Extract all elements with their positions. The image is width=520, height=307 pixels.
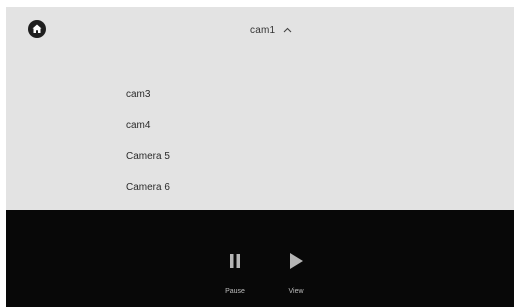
pause-icon xyxy=(215,250,255,272)
home-button[interactable] xyxy=(28,20,46,38)
view-button[interactable]: View xyxy=(276,250,316,295)
camera-select-panel: cam1 cam3 cam4 Camera 5 Camera 6 xyxy=(6,7,514,210)
home-icon xyxy=(31,23,43,35)
play-icon xyxy=(276,250,316,272)
camera-dropdown-menu: cam3 cam4 Camera 5 Camera 6 xyxy=(126,79,326,203)
camera-option-cam4[interactable]: cam4 xyxy=(126,110,326,141)
chevron-up-icon xyxy=(283,27,292,33)
camera-option-camera-5[interactable]: Camera 5 xyxy=(126,141,326,172)
camera-dropdown-label: cam1 xyxy=(250,24,276,36)
view-label: View xyxy=(288,288,304,295)
camera-option-cam3[interactable]: cam3 xyxy=(126,79,326,110)
camera-dropdown[interactable]: cam1 xyxy=(250,23,292,37)
control-bar: Pause View xyxy=(6,210,514,307)
pause-button[interactable]: Pause xyxy=(215,250,255,295)
camera-screen: cam1 cam3 cam4 Camera 5 Camera 6 Pause V… xyxy=(0,0,520,307)
camera-option-camera-6[interactable]: Camera 6 xyxy=(126,172,326,203)
pause-label: Pause xyxy=(225,288,245,295)
